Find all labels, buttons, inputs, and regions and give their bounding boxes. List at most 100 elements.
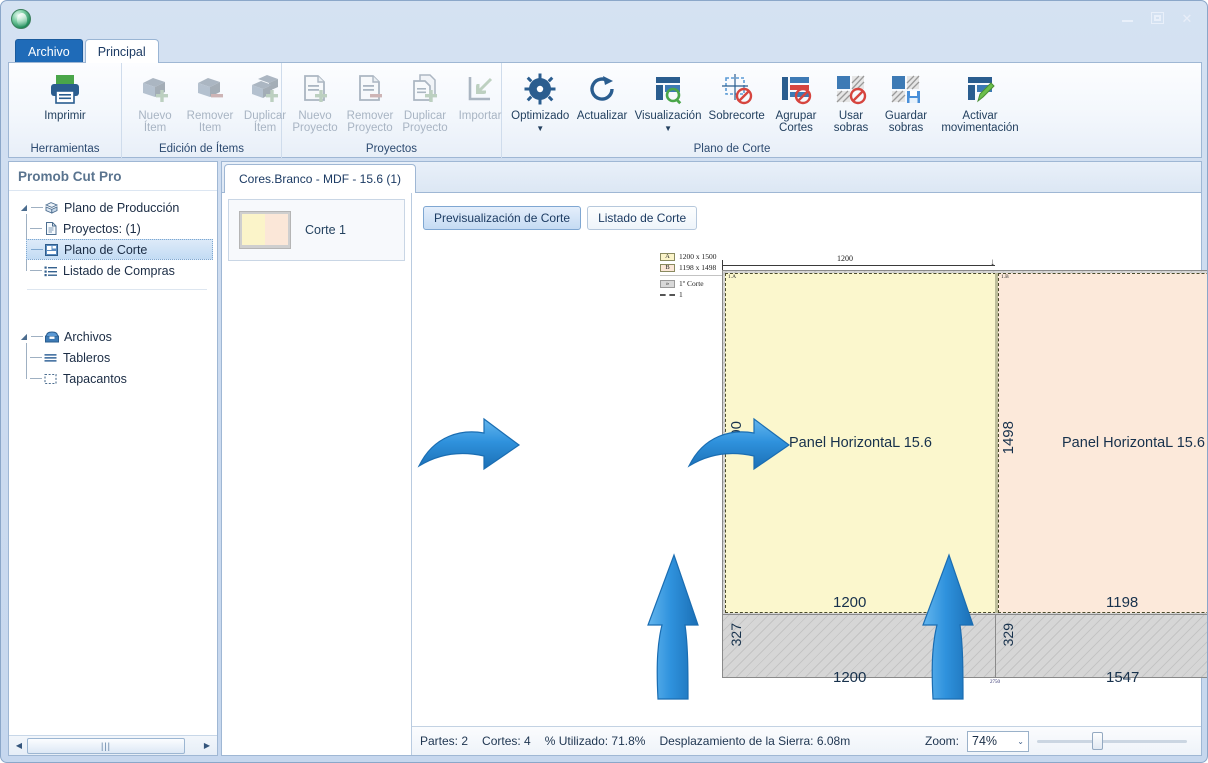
cut-thumbnail-pane: Corte 1 (222, 193, 412, 755)
sidebar-item-plano-de-produccion[interactable]: ◢ Plano de Producción (13, 197, 213, 218)
thumb-piece-b (265, 214, 288, 245)
zoom-controls: Zoom: 74% ⌄ (924, 730, 1193, 752)
new-project-label: Nuevo Proyecto (292, 110, 338, 134)
sidebar-item-tapacantos[interactable]: Tapacantos (26, 368, 213, 389)
new-project-button[interactable]: Nuevo Proyecto (288, 68, 342, 137)
guardar-sobras-button[interactable]: Guardar sobras (879, 68, 933, 137)
sobrecorte-button[interactable]: Sobrecorte (705, 68, 768, 125)
board-sheet[interactable]: 1.A Panel HorizontaL 15.6 1.B Panel Hori… (722, 270, 1207, 686)
sidebar-title: Promob Cut Pro (9, 162, 217, 191)
legend-text-b: 1198 x 1498 (679, 263, 717, 272)
import-arrow-icon (464, 71, 496, 107)
sidebar-label: Plano de Corte (64, 242, 148, 257)
window-controls: ✕ (1115, 10, 1199, 26)
annotation-arrow-1 (417, 417, 521, 471)
sidebar-label: Archivos (64, 329, 112, 344)
sidebar-item-archivos[interactable]: ◢ Archivos (13, 326, 213, 347)
optimizado-label: Optimizado (511, 110, 570, 122)
app-logo-icon[interactable] (11, 9, 31, 29)
scroll-left-arrow-icon[interactable]: ◀ (11, 738, 27, 754)
ribbon-tabs: Archivo Principal (15, 39, 161, 63)
dim-b-width: 1198 (1106, 594, 1139, 611)
saw-blade-icon (524, 71, 556, 107)
sidebar-item-proyectos[interactable]: Proyectos: (1) (26, 218, 213, 239)
sidebar-item-tableros[interactable]: Tableros (26, 347, 213, 368)
expander-icon-2[interactable]: ◢ (17, 332, 31, 341)
tab-previsualizacion-de-corte[interactable]: Previsualización de Corte (423, 206, 582, 230)
tree-children-2: Tableros Tapacantos (26, 343, 213, 389)
remove-project-button[interactable]: Remover Proyecto (343, 68, 397, 137)
activar-movimentacion-label: Activar movimentación (941, 110, 1019, 134)
dim-arrow-icon: ↓ (990, 257, 995, 268)
activate-move-pencil-icon (964, 71, 996, 107)
tab-archivo[interactable]: Archivo (15, 39, 83, 63)
scroll-track[interactable]: ||| (27, 737, 199, 754)
usar-sobras-button[interactable]: Usar sobras (824, 68, 878, 137)
expander-icon[interactable]: ◢ (17, 203, 31, 212)
agrupar-cortes-button[interactable]: Agrupar Cortes (769, 68, 823, 137)
cut-thumbnail-item[interactable]: Corte 1 (228, 199, 405, 261)
visualizacion-button[interactable]: Visualización ▼ (632, 68, 705, 135)
ribbon-group-plano-de-corte: Optimizado ▼ Actualizar Visualización ▼ … (502, 63, 1032, 159)
sidebar: Promob Cut Pro ◢ Plano de Producción Pro… (8, 161, 218, 756)
status-utilizado: % Utilizado: 71.8% (544, 734, 646, 748)
box-plus-icon (139, 71, 171, 107)
sidebar-item-plano-de-corte[interactable]: Plano de Corte (26, 239, 213, 260)
tree-children-1: Proyectos: (1) Plano de Corte Listado de… (26, 214, 213, 281)
legend-text-first-cut: 1º Corte (679, 279, 704, 288)
tree-line (31, 249, 43, 250)
refresh-icon (586, 71, 618, 107)
tree-line (31, 207, 43, 208)
usar-sobras-label: Usar sobras (833, 110, 869, 134)
status-partes: Partes: 2 (420, 734, 469, 748)
scroll-thumb[interactable]: ||| (27, 737, 185, 754)
piece-b[interactable]: 1.B Panel HorizontaL 15.6 (998, 273, 1207, 613)
zoom-slider[interactable] (1037, 731, 1187, 752)
title-bar: ✕ (1, 1, 1207, 33)
ribbon-group-edicion-items: Nuevo Ítem Remover Item Duplicar Ítem Ed… (122, 63, 286, 159)
document-tab[interactable]: Cores.Branco - MDF - 15.6 (1) (224, 164, 417, 194)
cut-diagram[interactable]: A 1200 x 1500 B 1198 x 1498 » 1º Corte 1… (412, 241, 1207, 726)
chevron-down-icon-zoom[interactable]: ⌄ (1017, 737, 1024, 746)
sidebar-item-listado-de-compras[interactable]: Listado de Compras (26, 260, 213, 281)
actualizar-button[interactable]: Actualizar (573, 68, 630, 125)
print-button[interactable]: Imprimir (25, 68, 105, 125)
archive-box-icon (43, 329, 60, 344)
dim-line (722, 265, 995, 266)
import-button[interactable]: Importar (453, 68, 507, 125)
tab-principal[interactable]: Principal (84, 39, 159, 63)
status-bar: Partes: 2 Cortes: 4 % Utilizado: 71.8% D… (412, 726, 1201, 755)
optimizado-button[interactable]: Optimizado ▼ (508, 68, 572, 135)
visualizacion-label: Visualización (634, 110, 702, 122)
legend-swatch-b: B (660, 263, 675, 272)
sidebar-label: Proyectos: (1) (63, 221, 141, 236)
chevron-down-icon[interactable]: ▼ (536, 125, 544, 133)
scroll-right-arrow-icon[interactable]: ▶ (199, 738, 215, 754)
dim-offcut-329: 329 (1000, 623, 1016, 647)
new-item-button[interactable]: Nuevo Ítem (128, 68, 182, 137)
doc-minus-icon (355, 71, 385, 107)
tree-line (30, 270, 42, 271)
status-cortes: Cortes: 4 (482, 734, 531, 748)
piece-a[interactable]: 1.A Panel HorizontaL 15.6 (725, 273, 996, 613)
remove-item-button[interactable]: Remover Item (183, 68, 237, 137)
zoom-slider-track[interactable] (1037, 739, 1187, 743)
close-button[interactable]: ✕ (1175, 10, 1199, 26)
activar-movimentacion-button[interactable]: Activar movimentación (934, 68, 1026, 137)
zoom-label: Zoom: (924, 734, 959, 748)
duplicate-item-label: Duplicar Ítem (243, 110, 287, 134)
zoom-select[interactable]: 74% ⌄ (967, 730, 1029, 752)
annotation-arrow-3 (647, 553, 699, 700)
chevron-down-icon-2[interactable]: ▼ (664, 125, 672, 133)
sidebar-horizontal-scrollbar[interactable]: ◀ ||| ▶ (9, 735, 217, 755)
maximize-button[interactable] (1145, 10, 1169, 26)
save-leftovers-icon (890, 71, 922, 107)
zoom-slider-thumb[interactable] (1092, 732, 1103, 750)
agrupar-cortes-label: Agrupar Cortes (775, 110, 817, 134)
minimize-button[interactable] (1115, 10, 1139, 26)
tab-listado-de-corte[interactable]: Listado de Corte (587, 206, 698, 230)
printer-icon (48, 71, 82, 107)
thumb-piece-a (242, 214, 265, 245)
import-label: Importar (458, 110, 502, 122)
duplicate-project-button[interactable]: Duplicar Proyecto (398, 68, 452, 137)
